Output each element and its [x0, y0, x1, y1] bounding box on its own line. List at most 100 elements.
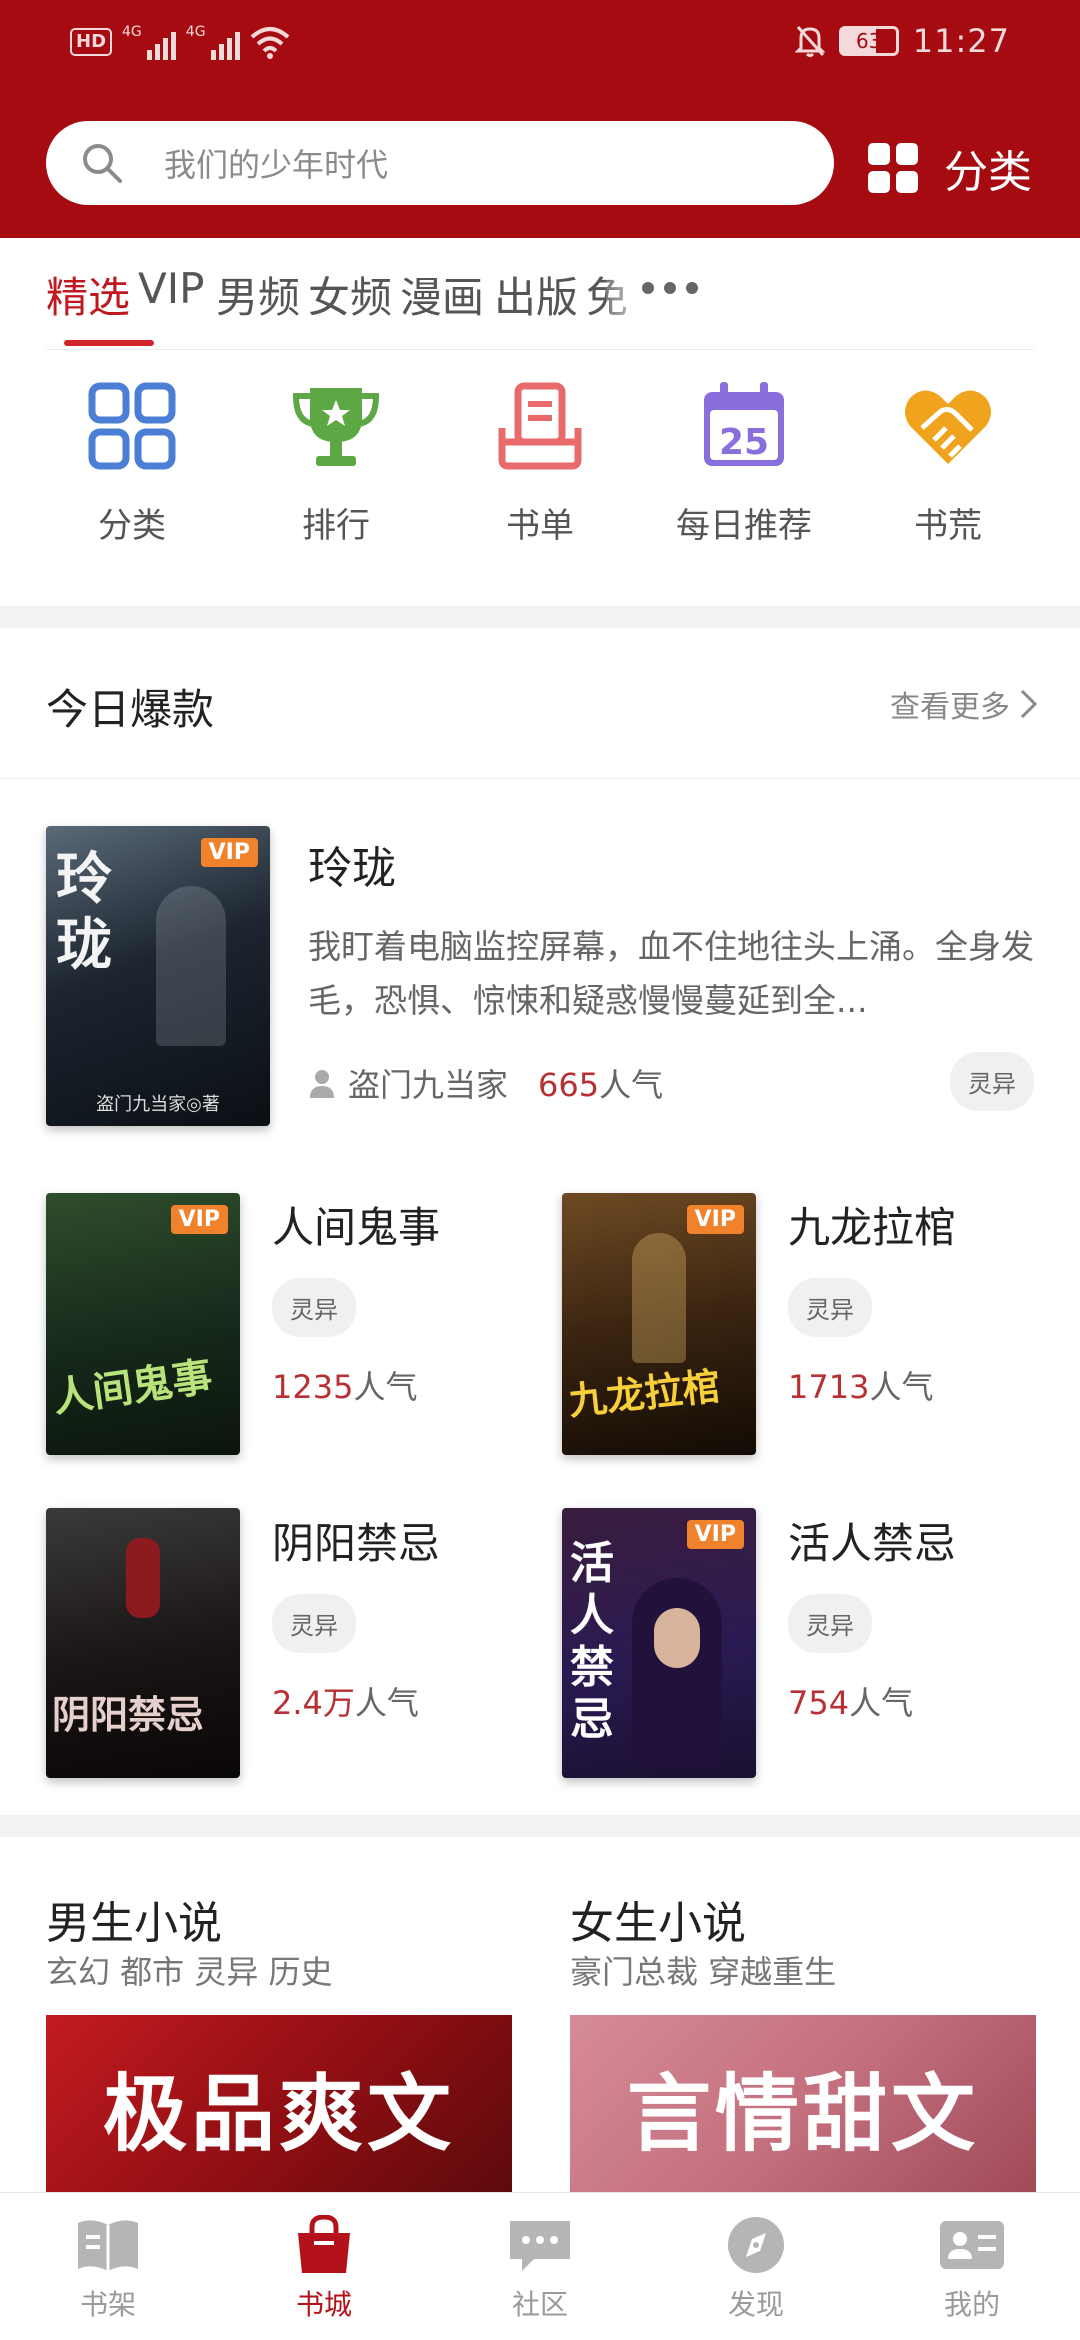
nav-label: 社区: [511, 2288, 568, 2321]
popularity-unit: 人气: [849, 1684, 914, 1722]
genre-tag[interactable]: 灵异: [788, 1278, 872, 1337]
book-cover[interactable]: 玲珑 盗门九当家◎著 VIP: [46, 826, 270, 1126]
genre-tag[interactable]: 灵异: [272, 1278, 356, 1337]
calendar-day: 25: [719, 422, 769, 463]
network-label: 4G: [185, 24, 206, 40]
clock: 11:27: [912, 22, 1010, 60]
author-name: 盗门九当家: [348, 1066, 509, 1104]
male-banner[interactable]: 极品爽文: [46, 2015, 512, 2195]
tab-male[interactable]: 男频: [216, 264, 300, 325]
popularity-unit: 人气: [353, 1368, 418, 1406]
status-right: 63 11:27: [794, 22, 1010, 60]
popularity-number: 1713: [788, 1368, 870, 1406]
nav-profile[interactable]: 我的: [892, 2215, 1052, 2323]
tab-female[interactable]: 女频: [308, 264, 392, 325]
genre-tag[interactable]: 灵异: [272, 1594, 356, 1653]
popularity-unit: 人气: [869, 1368, 934, 1406]
app-header: HD 4G 4G 63 11:27 我们的少年时代 分类: [0, 0, 1080, 238]
female-banner[interactable]: 言情甜文: [570, 2015, 1036, 2195]
shortcut-label: 每日推荐: [676, 506, 812, 546]
nav-label: 我的: [943, 2288, 1000, 2321]
book-cover[interactable]: 九龙拉棺 VIP: [562, 1193, 756, 1455]
search-placeholder: 我们的少年时代: [164, 146, 389, 184]
nav-bookstore[interactable]: 书城: [244, 2215, 404, 2323]
tab-comics[interactable]: 漫画: [400, 264, 484, 325]
vip-badge: VIP: [686, 1520, 744, 1549]
male-novels-title[interactable]: 男生小说: [46, 1887, 222, 1951]
community-icon: [510, 2221, 570, 2271]
trophy-icon: [292, 388, 380, 466]
gender-section: 男生小说 玄幻 都市 灵异 历史 极品爽文 女生小说 豪门总裁 穿越重生 言情甜…: [0, 1837, 1080, 2197]
nav-discover[interactable]: 发现: [676, 2215, 836, 2323]
popularity-number: 665: [538, 1066, 600, 1104]
vip-badge: VIP: [170, 1205, 228, 1234]
booklist-icon: [498, 382, 582, 470]
network-label: 4G: [122, 24, 142, 40]
shortcut-category[interactable]: 分类: [32, 378, 232, 547]
mute-bell-icon: [794, 26, 825, 57]
popularity: 754人气: [788, 1678, 913, 1724]
shortcut-book-famine[interactable]: 书荒: [848, 378, 1048, 547]
category-button[interactable]: 分类: [868, 136, 1032, 200]
nav-community[interactable]: 社区: [460, 2215, 620, 2323]
genre-tag[interactable]: 灵异: [950, 1052, 1034, 1111]
female-novels-subtitle: 豪门总裁 穿越重生: [570, 1953, 837, 1991]
book-description: 我盯着电脑监控屏幕，血不住地往头上涌。全身发毛，恐惧、惊悚和疑惑慢慢蔓延到全..…: [308, 927, 1034, 1020]
genre-tag[interactable]: 灵异: [788, 1594, 872, 1653]
book-title[interactable]: 九龙拉棺: [788, 1194, 956, 1255]
nav-label: 发现: [727, 2288, 784, 2321]
bookshelf-icon: [78, 2220, 138, 2271]
section-title: 今日爆款: [46, 685, 215, 734]
cover-title: 阴阳禁忌: [52, 1692, 205, 1737]
battery-indicator: 63: [838, 26, 899, 56]
search-bar[interactable]: 我们的少年时代: [46, 121, 834, 205]
vip-badge: VIP: [200, 838, 258, 867]
book-cover[interactable]: 活人禁忌 VIP: [562, 1508, 756, 1778]
popularity-number: 754: [788, 1684, 850, 1722]
cover-title: 活人禁忌: [570, 1538, 614, 1745]
divider: [0, 778, 1080, 779]
book-title[interactable]: 阴阳禁忌: [272, 1510, 440, 1571]
shortcut-daily-pick[interactable]: 25 每日推荐: [644, 378, 844, 547]
tab-published[interactable]: 出版: [494, 264, 578, 325]
bottom-nav: 书架 书城 社区 发现 我的: [0, 2192, 1080, 2340]
today-hot-section: 今日爆款 查看更多 玲珑 盗门九当家◎著 VIP 玲珑 我盯着电脑监控屏幕，血不…: [0, 628, 1080, 1815]
book-title[interactable]: 人间鬼事: [272, 1194, 440, 1255]
signal-icon: 4G: [186, 24, 240, 60]
popularity-number: 1235: [272, 1368, 354, 1406]
grid-icon: [868, 143, 918, 193]
shortcut-label: 排行: [302, 506, 370, 546]
book-title[interactable]: 活人禁忌: [788, 1510, 956, 1571]
shortcut-row: 分类 排行 书单 25 每日推荐 书荒: [0, 378, 1080, 578]
shortcut-booklist[interactable]: 书单: [440, 378, 640, 547]
book-title[interactable]: 玲珑: [308, 832, 396, 896]
book-cover[interactable]: 人间鬼事 VIP: [46, 1193, 240, 1455]
tab-featured[interactable]: 精选: [46, 264, 130, 325]
status-bar: HD 4G 4G 63 11:27: [0, 0, 1080, 90]
nav-label: 书城: [295, 2288, 352, 2321]
cover-title: 人间鬼事: [50, 1352, 216, 1422]
shortcut-ranking[interactable]: 排行: [236, 378, 436, 547]
calendar-icon: 25: [704, 382, 784, 466]
banner-text: 极品爽文: [102, 2064, 455, 2163]
shortcut-label: 分类: [98, 506, 166, 546]
popularity-unit: 人气: [354, 1684, 419, 1722]
nav-label: 书架: [79, 2288, 136, 2321]
shortcut-label: 书荒: [914, 506, 982, 546]
profile-icon: [940, 2221, 1004, 2269]
signal-icon: 4G: [122, 24, 176, 60]
female-novels-title[interactable]: 女生小说: [570, 1887, 746, 1951]
vip-badge: VIP: [686, 1205, 744, 1234]
compass-icon: [728, 2217, 784, 2273]
popularity: 1713人气: [788, 1362, 933, 1408]
wifi-icon: [250, 27, 289, 59]
book-meta: 盗门九当家 665人气: [308, 1060, 663, 1106]
hd-indicator: HD: [70, 28, 113, 56]
channel-tabs: 精选 VIP 男频 女频 漫画 出版 免: [46, 238, 1034, 350]
nav-bookshelf[interactable]: 书架: [28, 2215, 188, 2323]
book-cover[interactable]: 阴阳禁忌: [46, 1508, 240, 1778]
tab-vip[interactable]: VIP: [138, 264, 204, 313]
see-more-link[interactable]: 查看更多: [890, 682, 1040, 726]
more-tabs-button[interactable]: [642, 282, 698, 294]
popularity: 665人气: [538, 1060, 663, 1106]
